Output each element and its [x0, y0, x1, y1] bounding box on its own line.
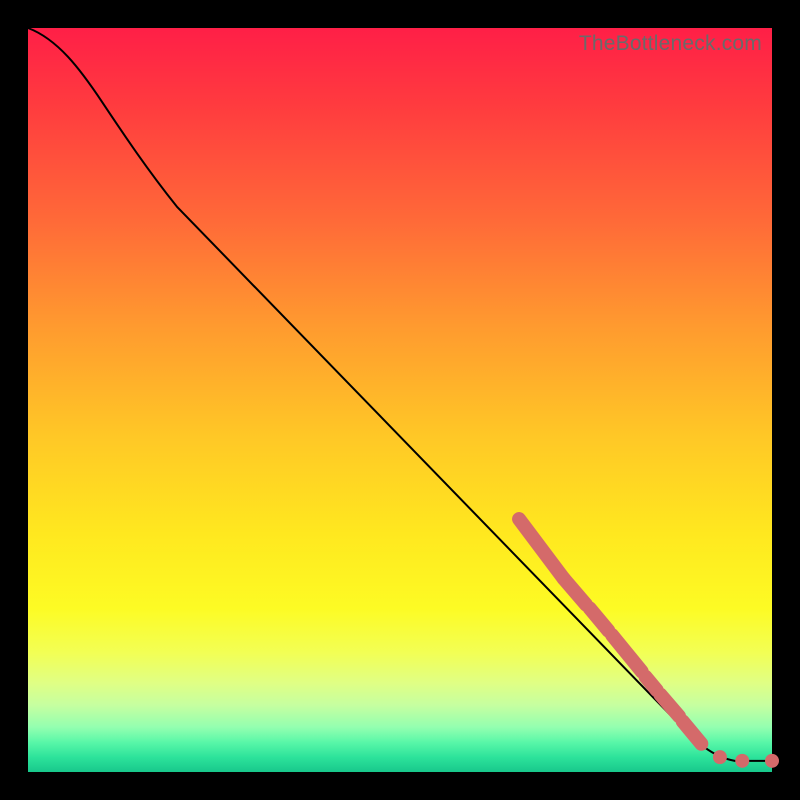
marker-segment — [519, 519, 564, 579]
marker-point — [735, 754, 749, 768]
marker-segment — [590, 608, 609, 630]
marker-point — [765, 754, 779, 768]
marker-segment — [564, 579, 586, 605]
marker-segment — [646, 677, 657, 690]
chart-plot-area: TheBottleneck.com — [28, 28, 772, 772]
marker-segment — [612, 635, 642, 671]
chart-svg — [28, 28, 772, 772]
marker-segment — [660, 695, 679, 717]
marker-point — [713, 750, 727, 764]
chart-markers — [519, 519, 779, 768]
marker-segment — [683, 721, 702, 743]
chart-curve — [28, 28, 772, 761]
